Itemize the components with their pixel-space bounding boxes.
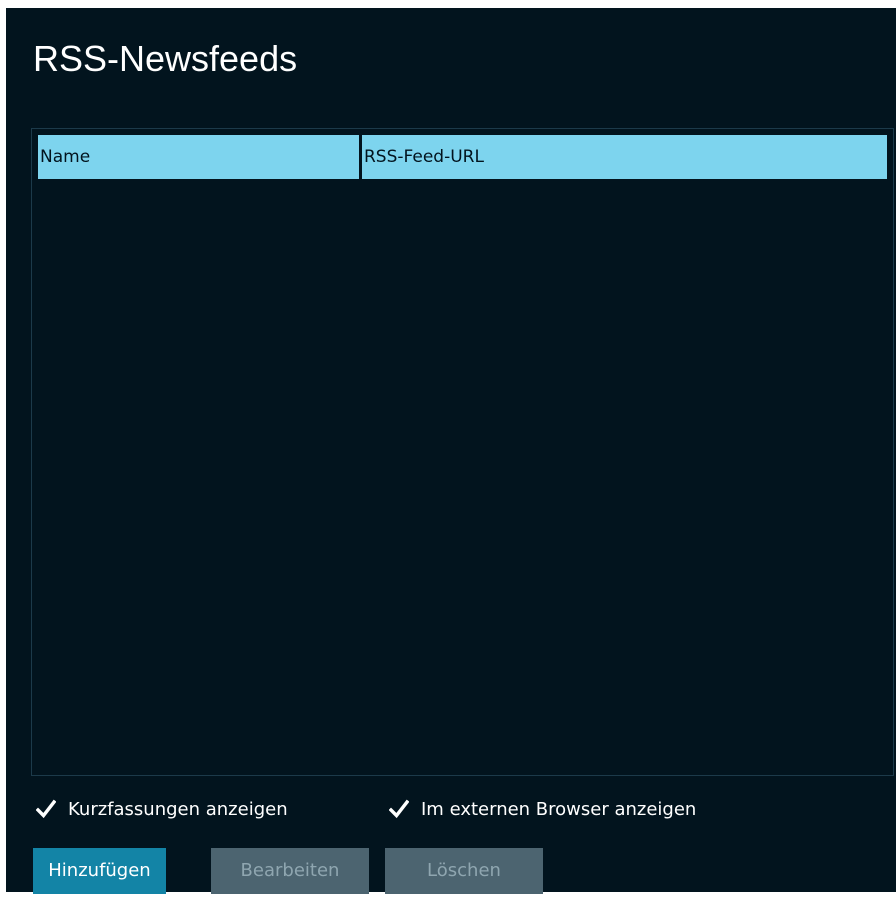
- button-bar: Hinzufügen Bearbeiten Löschen: [33, 848, 893, 894]
- feed-list-header: Name RSS-Feed-URL: [38, 135, 887, 179]
- options-row: Kurzfassungen anzeigen Im externen Brows…: [36, 798, 886, 828]
- add-button[interactable]: Hinzufügen: [33, 848, 166, 894]
- feed-list[interactable]: Name RSS-Feed-URL: [31, 128, 894, 776]
- column-header-name[interactable]: Name: [38, 135, 359, 179]
- column-header-url[interactable]: RSS-Feed-URL: [362, 135, 887, 179]
- page-title: RSS-Newsfeeds: [33, 38, 298, 79]
- check-icon: [36, 798, 56, 820]
- external-browser-checkbox[interactable]: Im externen Browser anzeigen: [389, 798, 696, 820]
- external-browser-label: Im externen Browser anzeigen: [421, 798, 697, 820]
- rss-newsfeeds-panel: RSS-Newsfeeds Name RSS-Feed-URL Kurzfass…: [6, 8, 896, 894]
- edit-button[interactable]: Bearbeiten: [211, 848, 369, 894]
- delete-button[interactable]: Löschen: [385, 848, 543, 894]
- show-summaries-label: Kurzfassungen anzeigen: [68, 798, 288, 820]
- check-icon: [389, 798, 409, 820]
- show-summaries-checkbox[interactable]: Kurzfassungen anzeigen: [36, 798, 288, 820]
